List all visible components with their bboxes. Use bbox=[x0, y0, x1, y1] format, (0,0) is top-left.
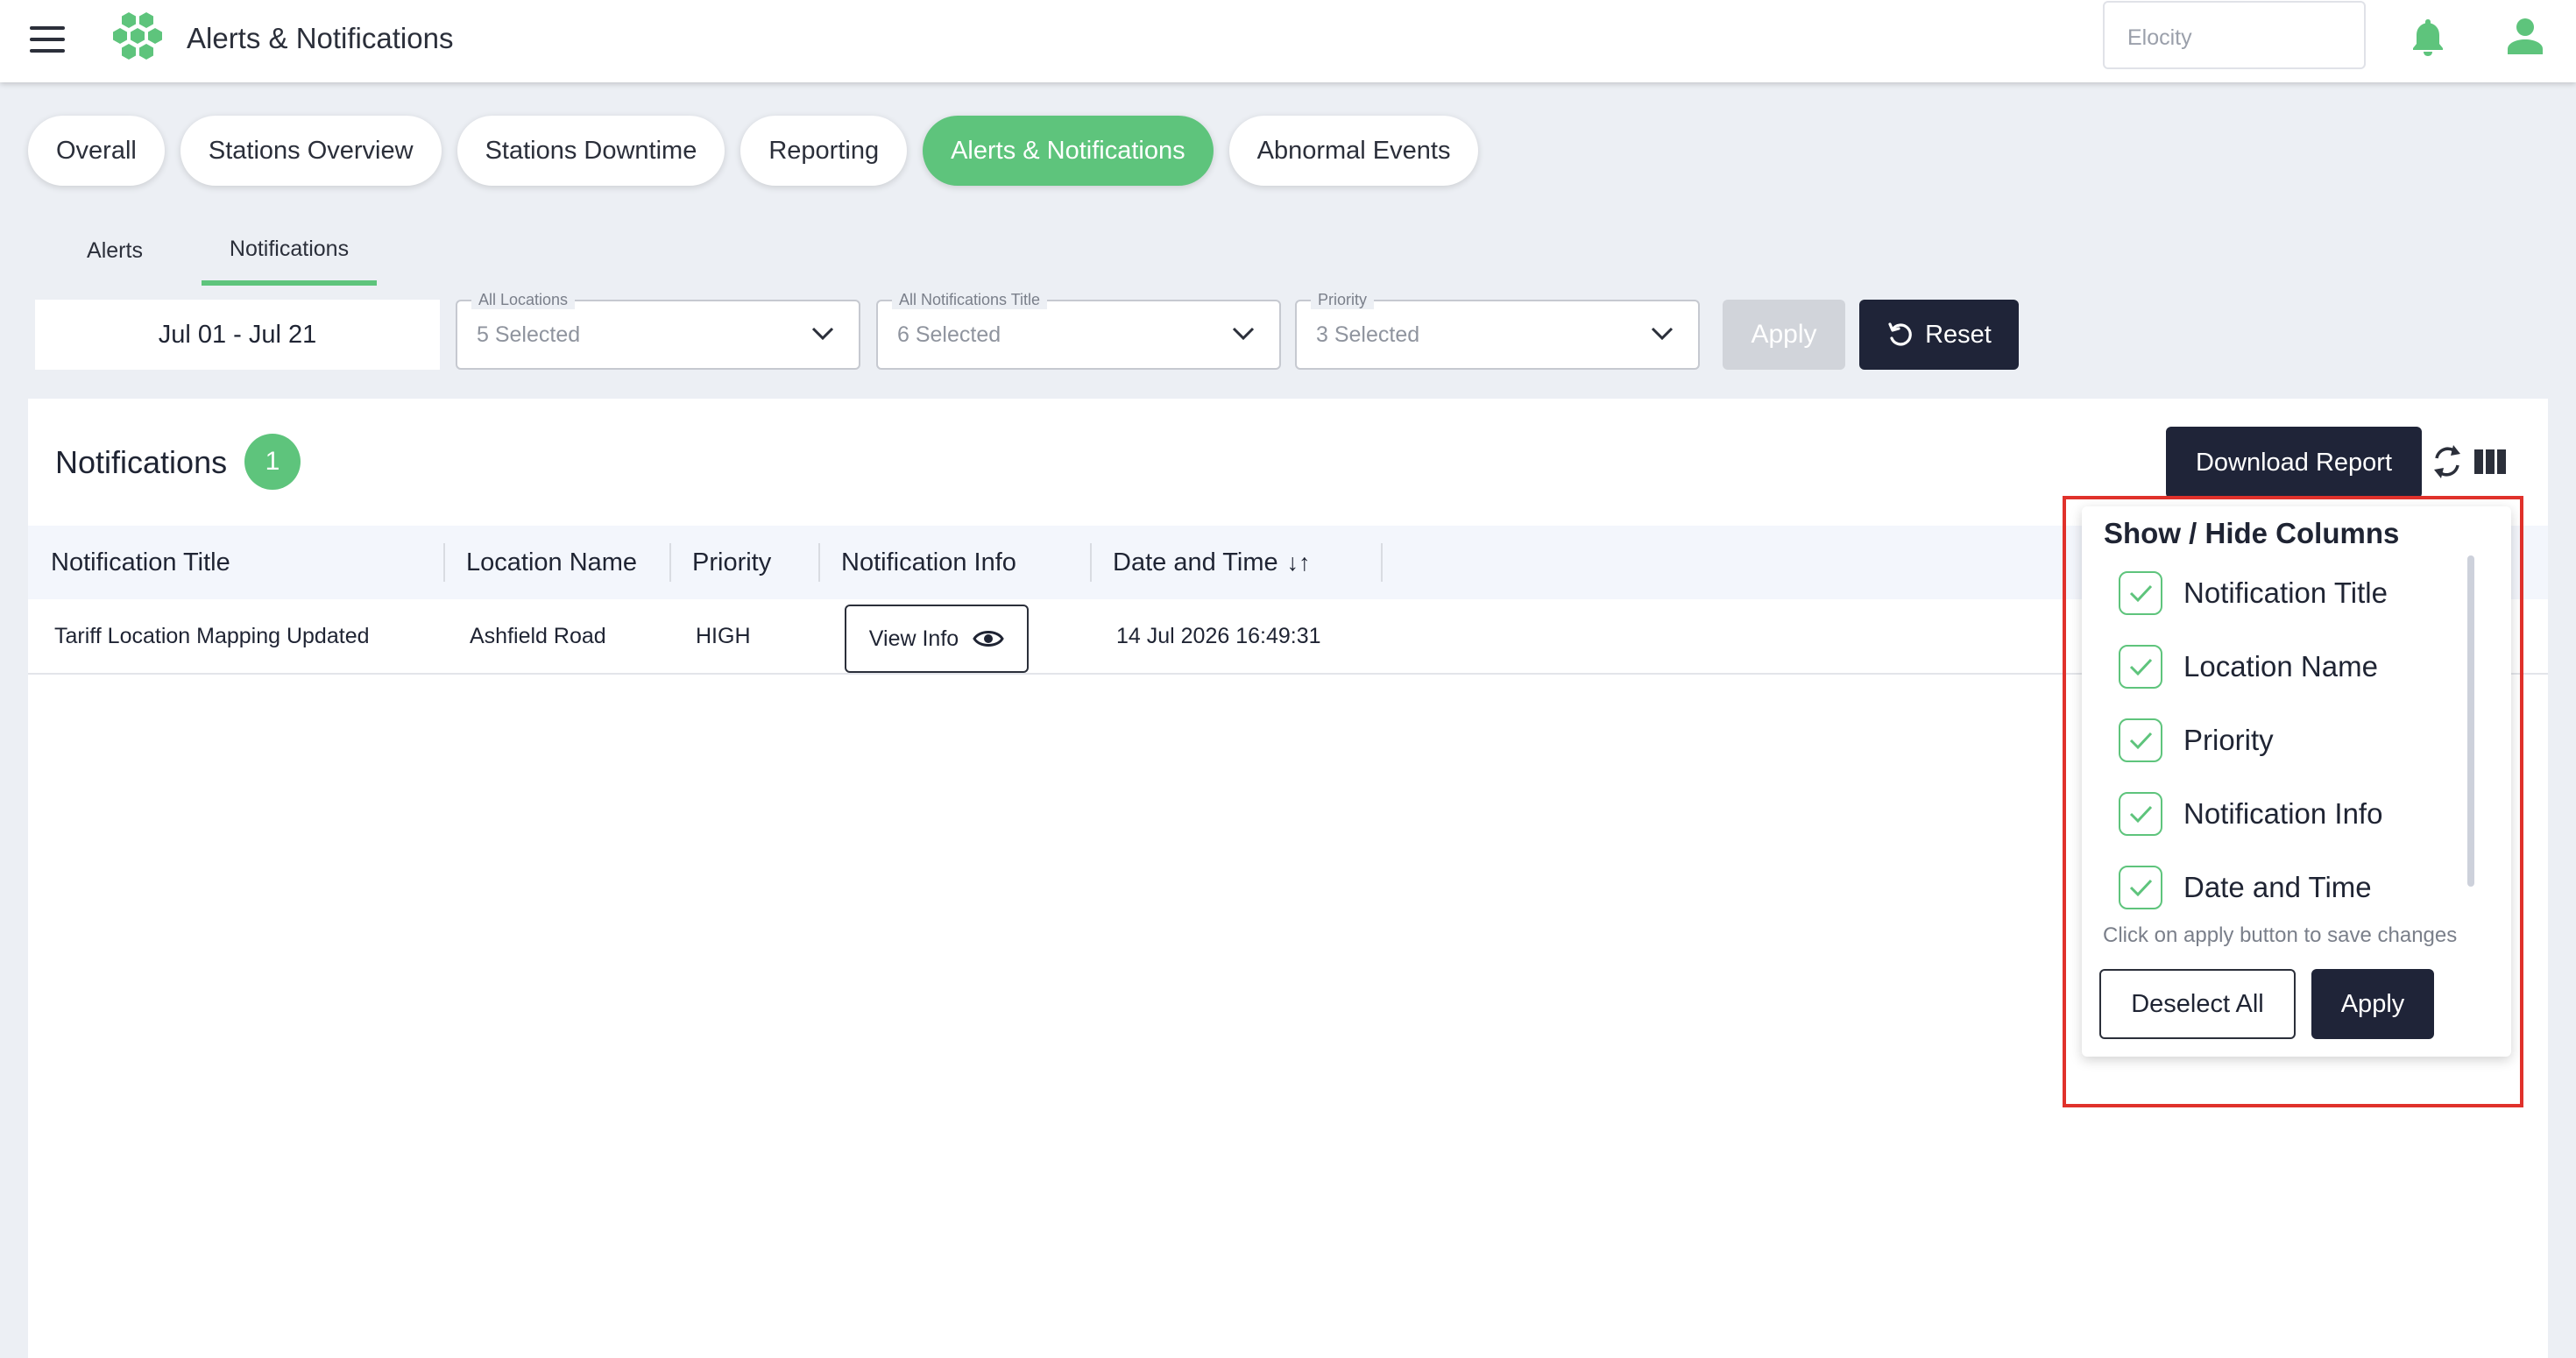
tab-stations-downtime[interactable]: Stations Downtime bbox=[456, 116, 725, 186]
checkbox[interactable] bbox=[2119, 645, 2162, 689]
checkmark-icon bbox=[2129, 658, 2153, 676]
sub-tab-bar: Alerts Notifications bbox=[28, 221, 377, 286]
tab-overall[interactable]: Overall bbox=[28, 116, 165, 186]
download-report-button[interactable]: Download Report bbox=[2166, 427, 2422, 499]
notification-title-select[interactable]: All Notifications Title 6 Selected bbox=[876, 291, 1281, 370]
top-app-bar: Alerts & Notifications Elocity bbox=[0, 0, 2576, 82]
eye-icon bbox=[973, 631, 1004, 647]
column-divider bbox=[669, 543, 671, 582]
column-visibility-menu: Show / Hide Columns Notification Title L… bbox=[2082, 506, 2511, 1057]
tab-alerts-notifications[interactable]: Alerts & Notifications bbox=[923, 116, 1214, 186]
checkmark-icon bbox=[2129, 879, 2153, 897]
main-tab-bar: Overall Stations Overview Stations Downt… bbox=[28, 116, 1494, 186]
column-option-date-time[interactable]: Date and Time bbox=[2119, 866, 2372, 909]
scrollbar[interactable] bbox=[2467, 555, 2474, 887]
deselect-all-button[interactable]: Deselect All bbox=[2099, 969, 2296, 1039]
priority-select-label: Priority bbox=[1311, 291, 1375, 309]
view-info-button[interactable]: View Info bbox=[845, 605, 1029, 673]
column-divider bbox=[1090, 543, 1092, 582]
chevron-down-icon bbox=[811, 327, 834, 341]
hamburger-menu-icon[interactable] bbox=[30, 26, 65, 54]
subtab-alerts[interactable]: Alerts bbox=[28, 221, 202, 286]
locations-select-label: All Locations bbox=[471, 291, 576, 309]
chevron-down-icon bbox=[1232, 327, 1255, 341]
column-divider bbox=[443, 543, 445, 582]
tab-reporting[interactable]: Reporting bbox=[740, 116, 908, 186]
locations-select-value: 5 Selected bbox=[477, 322, 581, 347]
tab-stations-overview[interactable]: Stations Overview bbox=[180, 116, 442, 186]
checkbox[interactable] bbox=[2119, 866, 2162, 909]
checkmark-icon bbox=[2129, 584, 2153, 603]
filter-apply-button[interactable]: Apply bbox=[1723, 300, 1845, 370]
priority-select[interactable]: Priority 3 Selected bbox=[1295, 291, 1700, 370]
checkmark-icon bbox=[2129, 805, 2153, 824]
count-badge: 1 bbox=[244, 434, 301, 490]
column-divider bbox=[818, 543, 820, 582]
date-range-picker[interactable]: Jul 01 - Jul 21 bbox=[35, 300, 440, 370]
user-icon[interactable] bbox=[2508, 18, 2543, 54]
view-info-label: View Info bbox=[868, 626, 959, 651]
column-option-label: Notification Title bbox=[2183, 576, 2388, 609]
column-option-priority[interactable]: Priority bbox=[2119, 718, 2274, 762]
reset-icon bbox=[1888, 322, 1912, 346]
checkbox[interactable] bbox=[2119, 718, 2162, 762]
app-title: Alerts & Notifications bbox=[187, 22, 454, 54]
column-menu-apply-button[interactable]: Apply bbox=[2311, 969, 2434, 1039]
notification-title-select-value: 6 Selected bbox=[897, 322, 1001, 347]
reset-button-label: Reset bbox=[1925, 320, 1992, 349]
column-option-notification-title[interactable]: Notification Title bbox=[2119, 571, 2388, 615]
locations-select[interactable]: All Locations 5 Selected bbox=[456, 291, 860, 370]
logo-icon bbox=[113, 12, 162, 60]
refresh-icon[interactable] bbox=[2430, 442, 2465, 481]
cell-location-name: Ashfield Road bbox=[470, 623, 606, 648]
cell-notification-title: Tariff Location Mapping Updated bbox=[54, 623, 370, 648]
reset-button[interactable]: Reset bbox=[1859, 300, 2019, 370]
checkbox[interactable] bbox=[2119, 571, 2162, 615]
col-header-date-time[interactable]: Date and Time ↓↑ bbox=[1113, 526, 1311, 599]
col-header-priority[interactable]: Priority bbox=[692, 526, 771, 599]
col-header-notification-info[interactable]: Notification Info bbox=[841, 526, 1016, 599]
chevron-down-icon bbox=[1651, 327, 1674, 341]
column-menu-title: Show / Hide Columns bbox=[2104, 517, 2400, 549]
organization-select[interactable]: Elocity bbox=[2103, 1, 2366, 69]
col-header-date-time-label: Date and Time bbox=[1113, 548, 1278, 576]
columns-icon[interactable] bbox=[2474, 449, 2506, 474]
notification-title-select-label: All Notifications Title bbox=[892, 291, 1048, 309]
checkmark-icon bbox=[2129, 732, 2153, 750]
column-option-notification-info[interactable]: Notification Info bbox=[2119, 792, 2382, 836]
panel-title: Notifications bbox=[55, 444, 228, 480]
cell-priority: HIGH bbox=[696, 623, 751, 648]
col-header-location-name[interactable]: Location Name bbox=[466, 526, 637, 599]
bell-icon[interactable] bbox=[2410, 18, 2446, 56]
priority-select-value: 3 Selected bbox=[1316, 322, 1420, 347]
column-option-label: Date and Time bbox=[2183, 871, 2372, 903]
column-divider bbox=[1381, 543, 1383, 582]
column-menu-hint: Click on apply button to save changes bbox=[2103, 923, 2458, 947]
sort-icon[interactable]: ↓↑ bbox=[1287, 549, 1311, 576]
col-header-notification-title[interactable]: Notification Title bbox=[51, 526, 230, 599]
column-option-location-name[interactable]: Location Name bbox=[2119, 645, 2378, 689]
subtab-notifications[interactable]: Notifications bbox=[202, 221, 377, 286]
column-option-label: Priority bbox=[2183, 724, 2274, 756]
column-option-label: Notification Info bbox=[2183, 797, 2383, 830]
checkbox[interactable] bbox=[2119, 792, 2162, 836]
cell-date-time: 14 Jul 2026 16:49:31 bbox=[1116, 623, 1321, 648]
column-option-label: Location Name bbox=[2183, 650, 2378, 683]
tab-abnormal-events[interactable]: Abnormal Events bbox=[1228, 116, 1479, 186]
